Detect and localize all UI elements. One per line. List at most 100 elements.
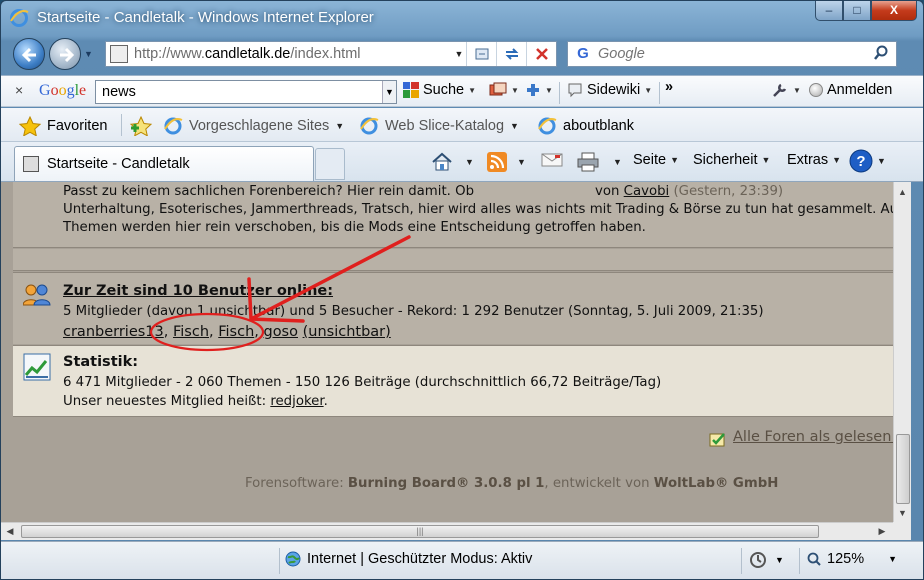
online-user-link[interactable]: goso	[263, 324, 298, 340]
favorites-bar: Favoriten Vorgeschlagene Sites ▼ Web Slic…	[1, 108, 923, 142]
google-query-input[interactable]	[96, 84, 382, 100]
status-bar: Internet | Geschützter Modus: Aktiv ▼ 12…	[1, 541, 923, 579]
scroll-down-icon[interactable]: ▼	[894, 505, 911, 522]
window-title: Startseite - Candletalk - Windows Intern…	[37, 9, 374, 26]
statistics-chart-icon	[23, 353, 51, 381]
mark-all-read-link[interactable]: Alle Foren als gelesen m	[733, 429, 910, 445]
home-button[interactable]: ▼	[431, 152, 474, 172]
sidewiki-button[interactable]: Sidewiki ▼	[567, 82, 652, 98]
stop-icon	[535, 48, 548, 60]
feeds-button[interactable]: ▼	[487, 152, 526, 172]
suggested-sites-link[interactable]: Vorgeschlagene Sites ▼	[163, 116, 344, 136]
help-icon: ?	[849, 149, 873, 173]
aboutblank-link[interactable]: aboutblank	[537, 116, 634, 136]
printer-icon	[577, 152, 599, 172]
star-icon	[19, 116, 41, 136]
add-to-favorites-button[interactable]	[129, 116, 153, 136]
safety-menu[interactable]: Sicherheit ▼	[693, 152, 770, 168]
horizontal-scrollbar[interactable]: ◀ ||| ▶	[1, 522, 911, 540]
forward-button[interactable]	[49, 38, 81, 70]
statistics-title: Statistik:	[63, 354, 139, 370]
newest-member-line: Unser neuestes Mitglied heißt: redjoker.	[63, 394, 328, 409]
online-user-link[interactable]: Fisch	[218, 324, 254, 340]
signin-status-icon	[809, 83, 823, 97]
chevron-down-icon: ▼	[888, 554, 898, 564]
compatibility-icon	[475, 48, 488, 60]
tools-menu[interactable]: Extras ▼	[787, 152, 841, 168]
chevron-down-icon: ▼	[545, 85, 553, 95]
google-search-button[interactable]: Suche ▼	[403, 82, 476, 98]
mark-read-icon	[709, 433, 725, 447]
forum-software-credit: Forensoftware: Burning Board® 3.0.8 pl 1…	[245, 476, 779, 491]
window-controls: – □ X	[815, 1, 917, 21]
google-query-box[interactable]: ▼	[95, 80, 397, 104]
scroll-left-icon[interactable]: ◀	[1, 523, 19, 540]
search-box[interactable]: G	[567, 41, 897, 67]
print-button[interactable]: ▼	[577, 152, 622, 172]
more-tools-button[interactable]: »	[665, 79, 673, 95]
last-post-user-link[interactable]: Cavobi	[624, 184, 670, 199]
vertical-scrollbar[interactable]: ▲ ▼	[893, 182, 911, 522]
statistics-detail: 6 471 Mitglieder - 2 060 Themen - 150 12…	[63, 375, 662, 390]
address-bar[interactable]: http://www.candletalk.de/index.html ▼	[105, 41, 557, 67]
read-mail-button[interactable]	[541, 152, 563, 168]
history-dropdown-icon[interactable]: ▼	[84, 49, 93, 59]
add-favorite-icon	[129, 116, 153, 136]
zoom-control[interactable]: 125% ▼	[807, 551, 897, 567]
address-url[interactable]: http://www.candletalk.de/index.html	[134, 46, 452, 62]
google-query-dropdown-icon[interactable]: ▼	[382, 81, 396, 103]
address-dropdown-icon[interactable]: ▼	[452, 49, 466, 59]
back-button[interactable]	[13, 38, 45, 70]
mail-icon	[541, 153, 563, 167]
users-online-title[interactable]: Zur Zeit sind 10 Benutzer online:	[63, 283, 333, 299]
board-spacer-row	[13, 249, 893, 271]
compatibility-view-button[interactable]	[466, 42, 496, 66]
maximize-button[interactable]: □	[843, 1, 871, 21]
refresh-button[interactable]	[496, 42, 526, 66]
page-menu[interactable]: Seite ▼	[633, 152, 679, 168]
offtopic-board-row: Passt zu keinem sachlichen Forenbereich?…	[13, 182, 911, 248]
newest-member-link[interactable]: redjoker	[270, 394, 323, 409]
vertical-scroll-thumb[interactable]	[896, 434, 910, 504]
toolbar-divider	[559, 82, 560, 104]
chevron-down-icon: ▼	[511, 85, 519, 95]
ie-page-icon	[164, 117, 183, 135]
google-toolbar: × Google ▼ Suche▼ ▼ ▼ Sidewiki▼ » ▼	[1, 75, 923, 107]
tab-candletalk[interactable]: Startseite - Candletalk	[14, 146, 314, 181]
rss-icon	[487, 152, 507, 172]
minimize-button[interactable]: –	[815, 1, 843, 21]
last-post-info: von Cavobi (Gestern, 23:39)	[595, 184, 784, 199]
ie-page-icon	[538, 117, 557, 135]
google-toolbar-close-button[interactable]: ×	[15, 82, 23, 98]
wrench-icon	[773, 83, 787, 97]
chevron-down-icon: ▼	[468, 85, 477, 95]
home-icon	[432, 152, 452, 171]
favorites-button[interactable]: Favoriten	[19, 116, 107, 136]
online-user-link[interactable]: cranberries13	[63, 324, 164, 340]
scroll-right-icon[interactable]: ▶	[873, 523, 891, 540]
users-online-panel: Zur Zeit sind 10 Benutzer online: 5 Mitg…	[13, 272, 893, 344]
google-share-button[interactable]: ▼	[489, 82, 519, 98]
security-zone[interactable]: Internet | Geschützter Modus: Aktiv	[285, 551, 532, 567]
search-icon[interactable]	[866, 45, 896, 64]
google-add-button[interactable]: ▼	[525, 82, 553, 98]
page-favicon-icon	[23, 156, 39, 172]
scroll-up-icon[interactable]: ▲	[894, 184, 911, 201]
svg-text:?: ?	[856, 153, 865, 170]
horizontal-scroll-thumb[interactable]: |||	[21, 525, 819, 538]
plus-icon	[527, 84, 539, 96]
google-signin-button[interactable]: Anmelden	[809, 82, 892, 98]
stop-button[interactable]	[526, 42, 556, 66]
google-settings-button[interactable]: ▼	[771, 82, 801, 98]
chevron-down-icon: ▼	[644, 85, 653, 95]
popup-blocker-button[interactable]: ▼	[749, 551, 784, 569]
close-button[interactable]: X	[871, 1, 917, 21]
new-tab-button[interactable]	[315, 148, 345, 180]
search-input[interactable]	[598, 46, 866, 62]
help-button[interactable]: ? ▼	[849, 149, 886, 173]
web-slice-gallery-link[interactable]: Web Slice-Katalog ▼	[359, 116, 519, 136]
chevron-down-icon: ▼	[465, 157, 474, 167]
title-bar: Startseite - Candletalk - Windows Intern…	[1, 1, 923, 35]
google-search-provider-icon: G	[577, 45, 589, 62]
online-user-link[interactable]: Fisch	[173, 324, 209, 340]
